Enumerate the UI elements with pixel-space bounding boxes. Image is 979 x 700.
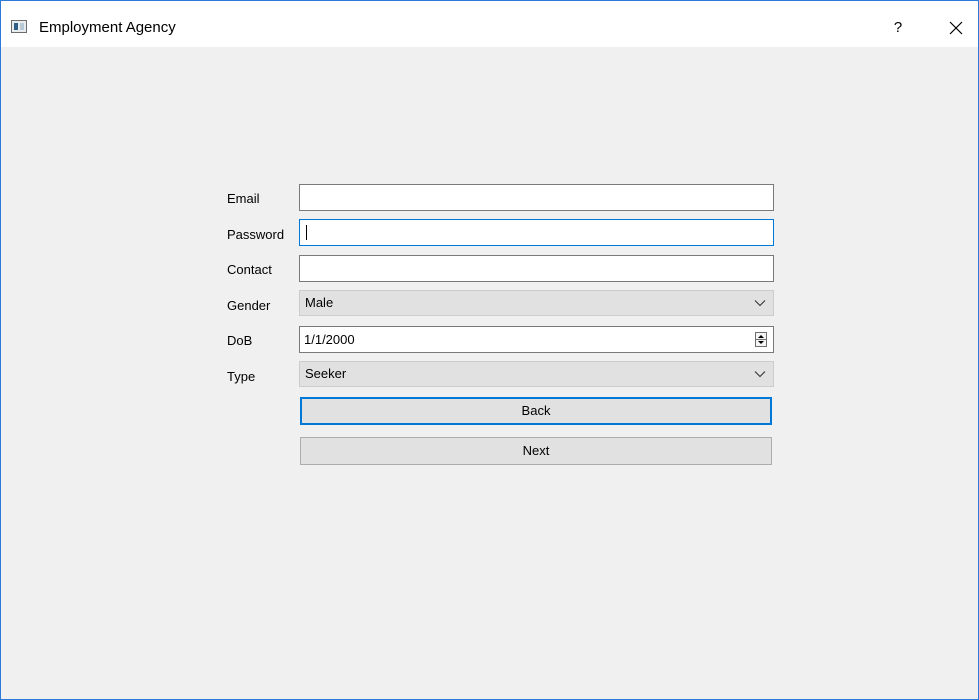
password-label: Password [227,227,285,242]
password-field[interactable] [299,219,774,246]
text-caret [306,225,307,240]
help-button[interactable]: ? [886,17,910,39]
window-app-icon [11,20,27,33]
chevron-down-icon [754,300,766,307]
type-select[interactable]: Seeker [299,361,774,387]
title-bar[interactable]: Employment Agency ? [1,1,978,47]
gender-selected-value: Male [305,295,334,310]
dialog-window: Employment Agency ? Email Password Conta… [0,0,979,700]
dob-date-field[interactable]: 1/1/2000 [299,326,774,353]
close-button[interactable] [942,17,970,39]
dob-label: DoB [227,333,253,348]
spin-up-down-icon [756,335,766,344]
type-selected-value: Seeker [305,366,347,381]
window-title: Employment Agency [39,19,176,36]
close-icon [949,21,963,35]
email-label: Email [227,191,260,206]
dob-value: 1/1/2000 [304,332,355,347]
date-spinner[interactable] [755,332,767,347]
chevron-down-icon [754,371,766,378]
email-field[interactable] [299,184,774,211]
back-button[interactable]: Back [300,397,772,425]
next-button[interactable]: Next [300,437,772,465]
gender-select[interactable]: Male [299,290,774,316]
type-label: Type [227,369,256,384]
contact-label: Contact [227,262,272,277]
gender-label: Gender [227,298,271,313]
contact-field[interactable] [299,255,774,282]
